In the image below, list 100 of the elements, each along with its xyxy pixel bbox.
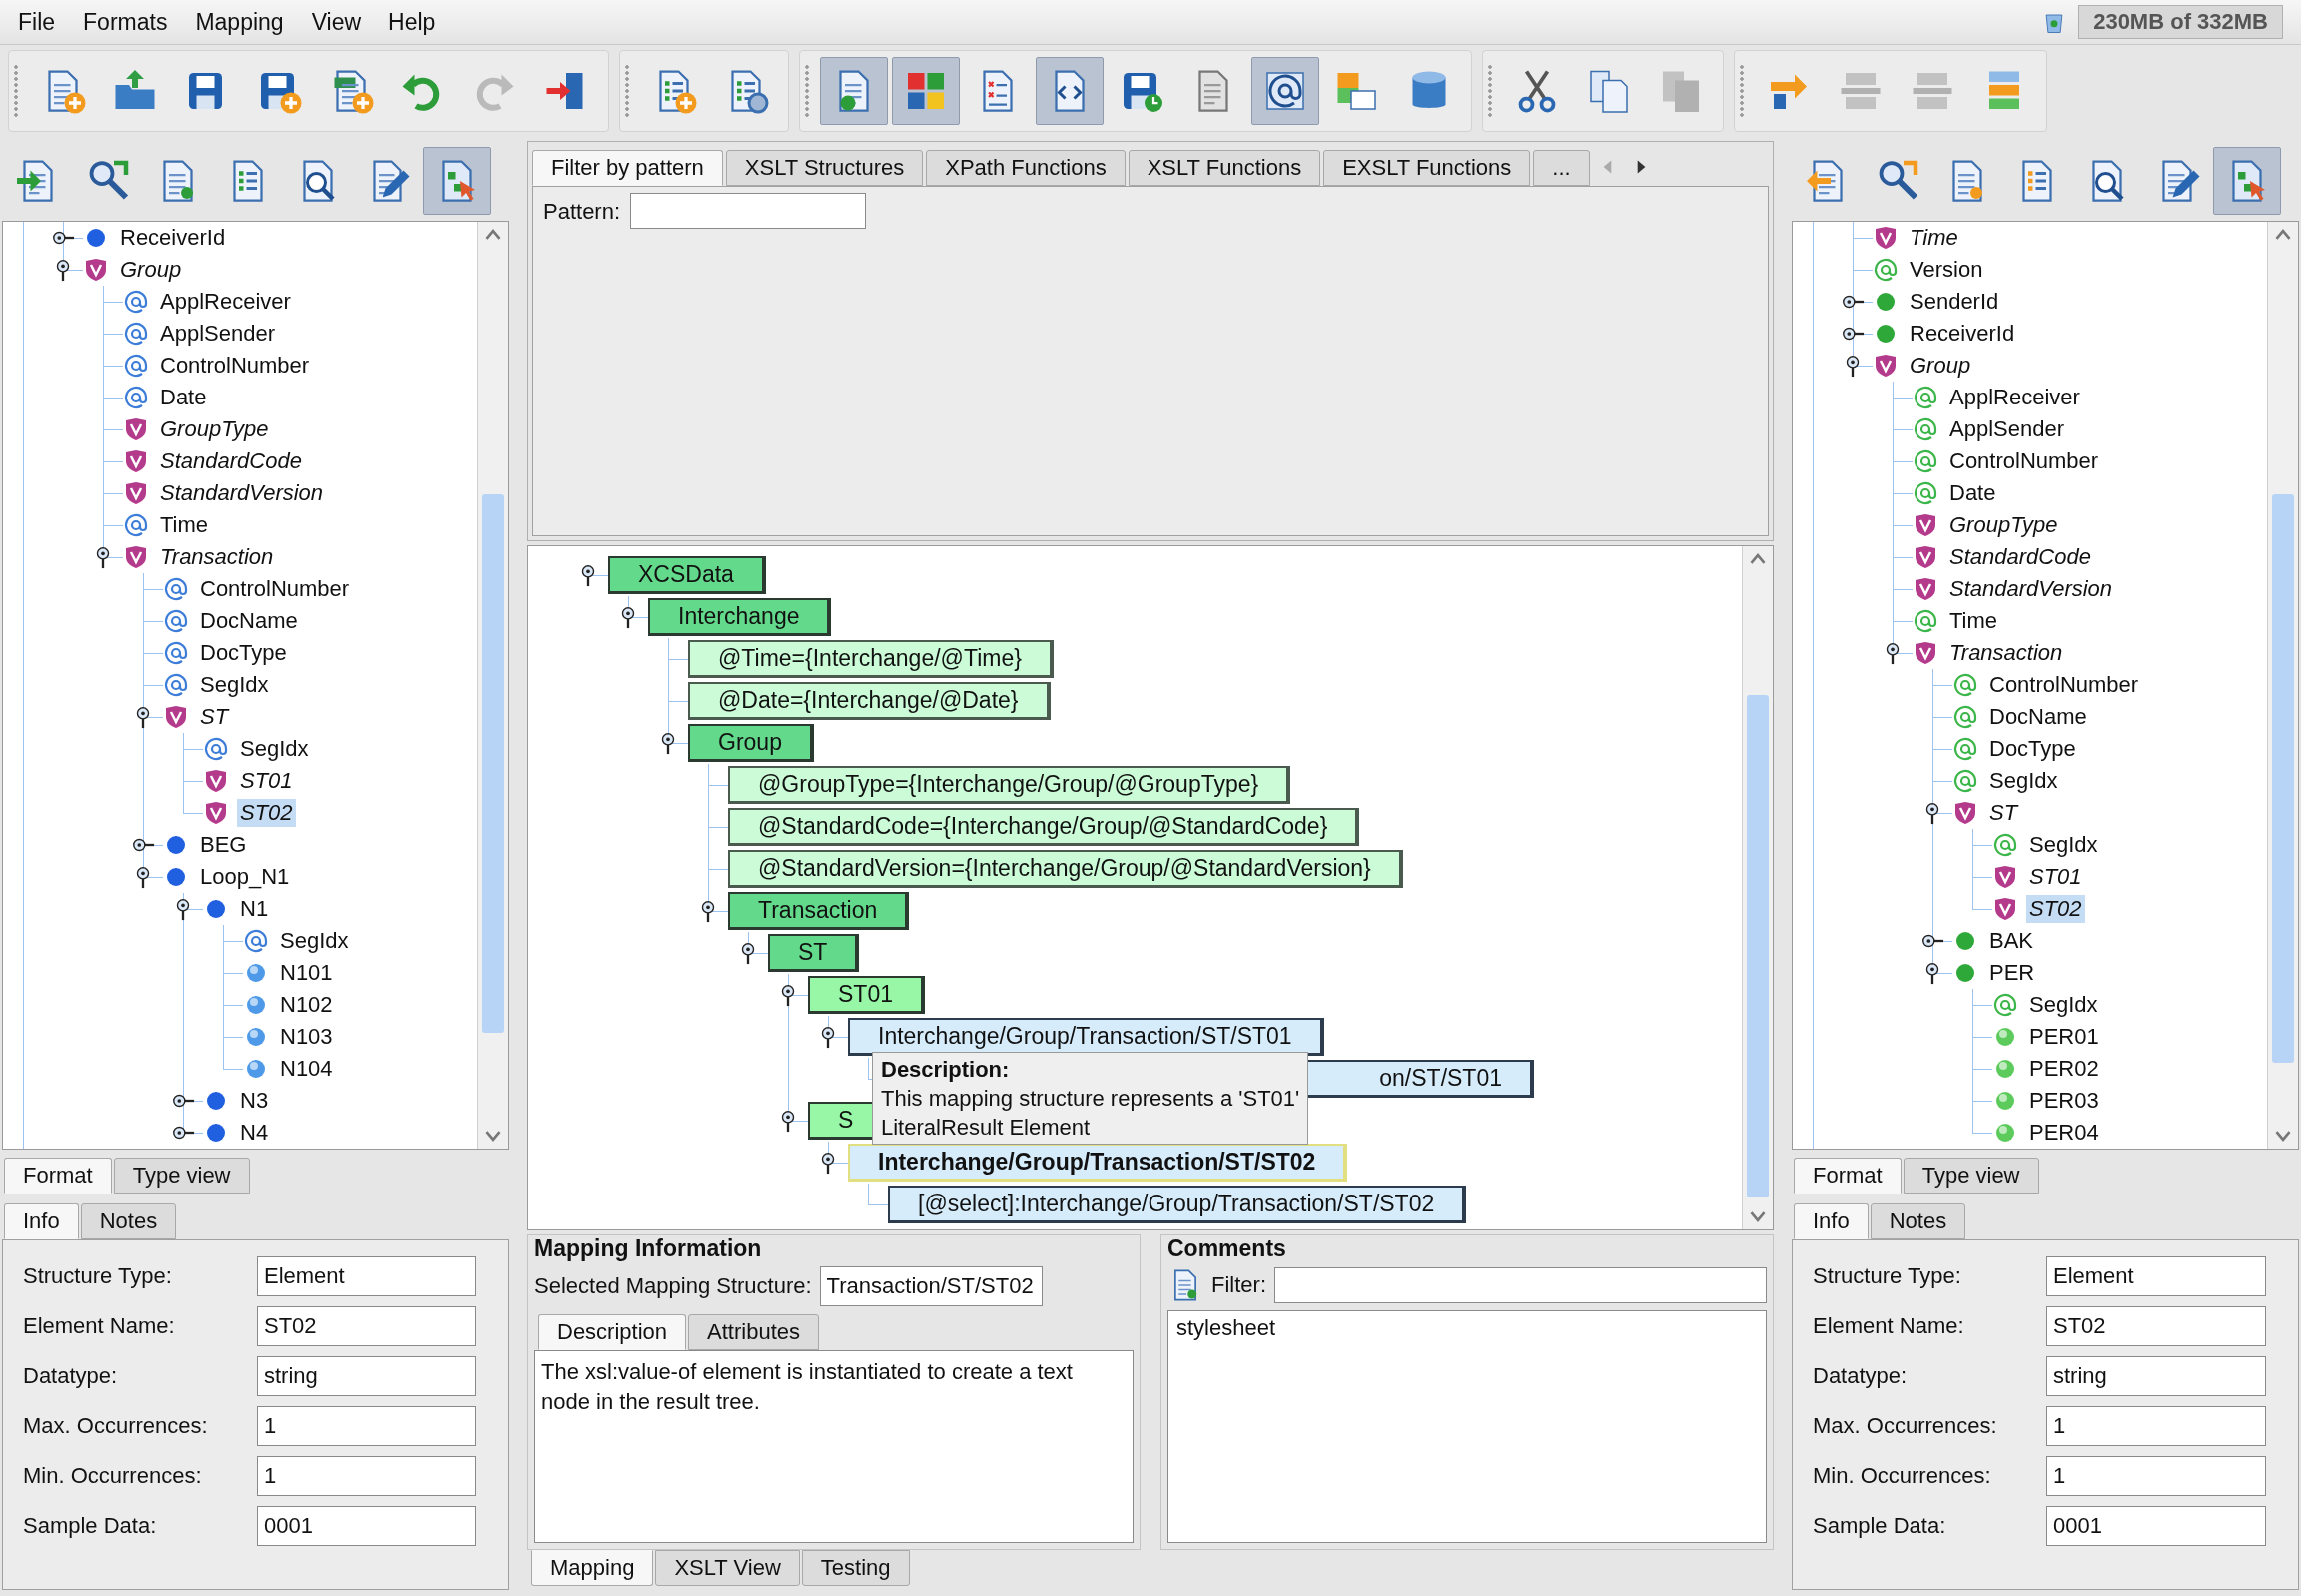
- tree-item[interactable]: ApplSender: [1946, 415, 2067, 443]
- text-field[interactable]: 0001: [2046, 1506, 2266, 1546]
- tree-item[interactable]: Group: [1907, 352, 1974, 380]
- text-field[interactable]: 1: [257, 1406, 476, 1446]
- tree-item[interactable]: PER01: [2026, 1023, 2102, 1051]
- text-field[interactable]: Element: [2046, 1256, 2266, 1296]
- tree-item[interactable]: DocType: [1986, 735, 2079, 763]
- tree-item[interactable]: N102: [277, 991, 336, 1019]
- mapping-node[interactable]: Transaction: [728, 892, 910, 930]
- squares-button[interactable]: [892, 57, 960, 125]
- tree-item[interactable]: Time: [1907, 224, 1961, 252]
- tab[interactable]: Testing: [801, 1550, 910, 1586]
- tree-cursor-button[interactable]: [2213, 147, 2281, 215]
- tree-item[interactable]: Transaction: [1946, 639, 2066, 667]
- tab[interactable]: Attributes: [688, 1314, 819, 1350]
- text-field[interactable]: Element: [257, 1256, 476, 1296]
- tree-item[interactable]: Loop_N1: [197, 863, 293, 891]
- tree-item[interactable]: SegIdx: [2026, 991, 2101, 1019]
- tree-item[interactable]: ST01: [237, 767, 296, 795]
- tab[interactable]: Description: [538, 1314, 687, 1350]
- mapping-node[interactable]: Interchange: [648, 598, 832, 636]
- menu-item[interactable]: Help: [375, 8, 450, 36]
- mapping-node[interactable]: Interchange/Group/Transaction/ST/ST01: [848, 1018, 1324, 1056]
- tree-item[interactable]: N3: [237, 1087, 272, 1115]
- list-item[interactable]: stylesheet: [1176, 1315, 1276, 1341]
- text-field[interactable]: ST02: [2046, 1306, 2266, 1346]
- tree-item[interactable]: BAK: [1986, 927, 2037, 955]
- tab[interactable]: Format: [1794, 1158, 1902, 1194]
- tab[interactable]: XSLT Functions: [1128, 150, 1321, 186]
- tab[interactable]: Format: [4, 1158, 112, 1194]
- tree-item[interactable]: ControlNumber: [1986, 671, 2142, 699]
- mapping-node[interactable]: ST01: [808, 976, 925, 1014]
- tree-item[interactable]: ST01: [2026, 863, 2085, 891]
- mapping-node[interactable]: @Date={Interchange/@Date}: [688, 682, 1051, 720]
- tree-item[interactable]: Group: [117, 256, 185, 284]
- tab[interactable]: Info: [1794, 1203, 1869, 1239]
- text-field[interactable]: 0001: [257, 1506, 476, 1546]
- pattern-field[interactable]: [630, 193, 867, 229]
- filter-field[interactable]: [1274, 1267, 1767, 1303]
- tree-item[interactable]: SenderId: [1907, 288, 2002, 316]
- mapping-node[interactable]: @GroupType={Interchange/Group/@GroupType}: [728, 766, 1291, 804]
- tab[interactable]: XPath Functions: [926, 150, 1126, 186]
- document-dot-button[interactable]: [820, 57, 888, 125]
- tree-item[interactable]: SegIdx: [197, 671, 272, 699]
- text-field[interactable]: 1: [257, 1456, 476, 1496]
- tree-item[interactable]: ApplReceiver: [1946, 384, 2083, 411]
- tree-item[interactable]: ST02: [237, 799, 296, 827]
- tree-item[interactable]: N104: [277, 1055, 336, 1083]
- menu-item[interactable]: Mapping: [181, 8, 298, 36]
- text-field[interactable]: 1: [2046, 1456, 2266, 1496]
- mapping-node[interactable]: XCSData: [608, 556, 766, 594]
- grip-handle[interactable]: [624, 64, 630, 118]
- menu-item[interactable]: Formats: [69, 8, 182, 36]
- mapping-node[interactable]: @StandardCode={Interchange/Group/@StandardCode}: [728, 808, 1360, 846]
- tree-item[interactable]: StandardVersion: [157, 479, 327, 507]
- tree-item[interactable]: ControlNumber: [1946, 447, 2102, 475]
- scrollbar[interactable]: [477, 222, 508, 1149]
- tree-item[interactable]: DocName: [197, 607, 301, 635]
- code-document-button[interactable]: [1036, 57, 1104, 125]
- mapping-node[interactable]: Interchange/Group/Transaction/ST/ST02: [848, 1144, 1348, 1182]
- mapping-node[interactable]: [@select]:Interchange/Group/Transaction/ST/ST02: [888, 1186, 1467, 1223]
- text-field[interactable]: 1: [2046, 1406, 2266, 1446]
- text-field[interactable]: ST02: [257, 1306, 476, 1346]
- tree-item[interactable]: Version: [1907, 256, 1986, 284]
- grip-handle[interactable]: [804, 64, 810, 118]
- tab[interactable]: Mapping: [531, 1550, 654, 1586]
- tree-item[interactable]: SegIdx: [1986, 767, 2061, 795]
- tree-item[interactable]: N101: [277, 959, 336, 987]
- tree-item[interactable]: SegIdx: [237, 735, 312, 763]
- tree-item[interactable]: ApplSender: [157, 320, 278, 348]
- scrollbar[interactable]: [1742, 546, 1773, 1229]
- tree-item[interactable]: PER03: [2026, 1087, 2102, 1115]
- tree-item[interactable]: SegIdx: [2026, 831, 2101, 859]
- tab[interactable]: Notes: [1870, 1203, 1966, 1239]
- tab[interactable]: Notes: [80, 1203, 177, 1239]
- tree-item[interactable]: PER: [1986, 959, 2038, 987]
- tree-item[interactable]: BEG: [197, 831, 250, 859]
- tab[interactable]: XSLT View: [655, 1550, 800, 1586]
- tree-item[interactable]: ST02: [2026, 895, 2085, 923]
- tree-item[interactable]: DocType: [197, 639, 290, 667]
- menu-item[interactable]: View: [297, 8, 376, 36]
- tree-item[interactable]: N103: [277, 1023, 336, 1051]
- tree-item[interactable]: ST: [197, 703, 232, 731]
- tab[interactable]: XSLT Structures: [725, 150, 924, 186]
- tree-item[interactable]: Date: [157, 384, 210, 411]
- mapping-node[interactable]: Group: [688, 724, 814, 762]
- tab[interactable]: Type view: [1903, 1158, 2039, 1194]
- tree-item[interactable]: GroupType: [157, 415, 272, 443]
- tree-item[interactable]: ControlNumber: [157, 352, 313, 380]
- tree-item[interactable]: Date: [1946, 479, 1999, 507]
- tree-item[interactable]: StandardCode: [1946, 543, 2094, 571]
- tree-item[interactable]: ST: [1986, 799, 2021, 827]
- tab[interactable]: Filter by pattern: [532, 150, 723, 186]
- tree-item[interactable]: SegIdx: [277, 927, 352, 955]
- tree-cursor-button[interactable]: [423, 147, 491, 215]
- tab[interactable]: Info: [4, 1203, 79, 1239]
- tab[interactable]: ...: [1533, 150, 1590, 186]
- tree-item[interactable]: PER02: [2026, 1055, 2102, 1083]
- tree-item[interactable]: ControlNumber: [197, 575, 353, 603]
- tree-item[interactable]: StandardVersion: [1946, 575, 2116, 603]
